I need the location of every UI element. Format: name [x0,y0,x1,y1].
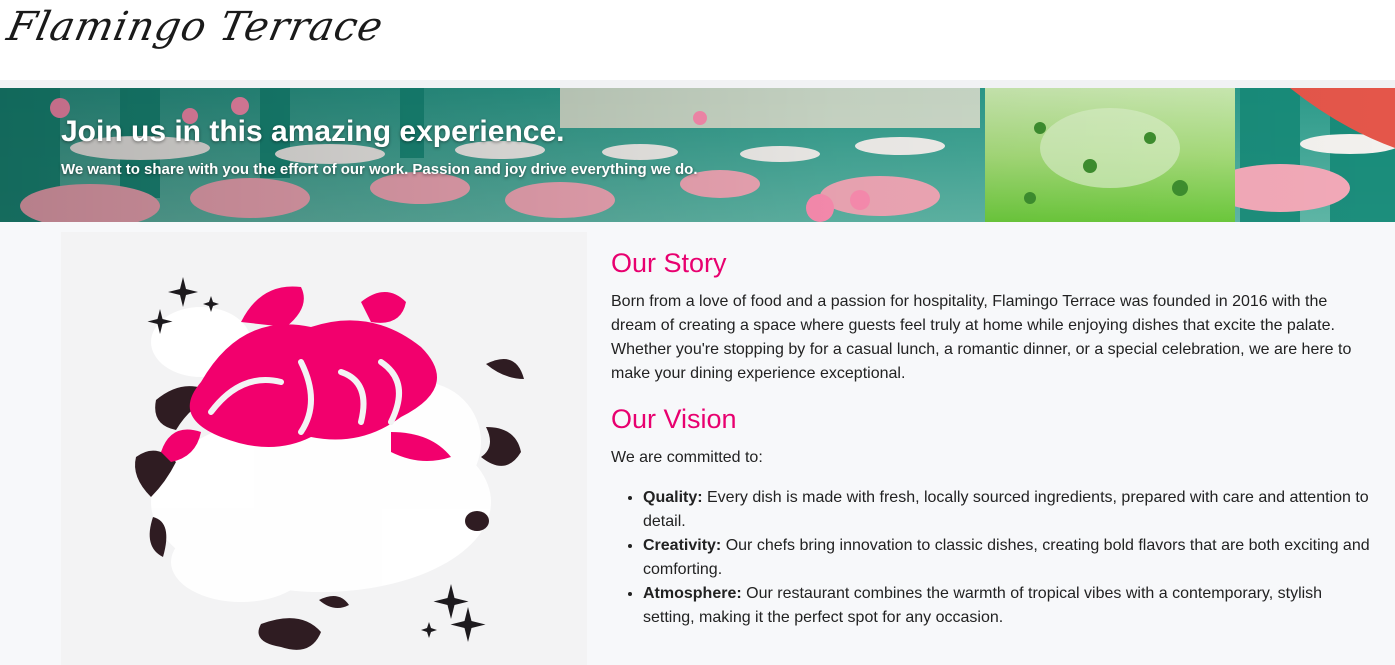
list-item-text: Our restaurant combines the warmth of tr… [643,585,1323,626]
list-item: Creativity: Our chefs bring innovation t… [643,534,1371,582]
hero-banner: Join us in this amazing experience. We w… [0,88,1395,222]
site-header: Flamingo Terrace [0,0,1395,80]
header-divider [0,80,1395,88]
list-item: Quality: Every dish is made with fresh, … [643,486,1371,534]
brand-logo[interactable]: Flamingo Terrace [3,4,387,50]
story-illustration [61,232,587,665]
story-paragraph: Born from a love of food and a passion f… [611,293,1352,382]
list-item-label: Atmosphere: [643,585,742,602]
about-section: Our Story Born from a love of food and a… [0,222,1395,665]
list-item-label: Quality: [643,489,703,506]
hero-subtitle: We want to share with you the effort of … [61,161,698,178]
story-lettering-art [135,277,524,650]
about-text-column: Our Story Born from a love of food and a… [611,246,1371,630]
vision-heading: Our Vision [611,404,737,434]
story-heading: Our Story [611,248,727,278]
vision-intro: We are committed to: [611,449,763,466]
list-item: Atmosphere: Our restaurant combines the … [643,582,1371,630]
list-item-text: Every dish is made with fresh, locally s… [643,489,1369,530]
vision-list: Quality: Every dish is made with fresh, … [611,486,1371,630]
hero-background-image [0,88,1395,222]
list-item-text: Our chefs bring innovation to classic di… [643,537,1370,578]
hero-title: Join us in this amazing experience. [61,115,565,148]
list-item-label: Creativity: [643,537,722,554]
